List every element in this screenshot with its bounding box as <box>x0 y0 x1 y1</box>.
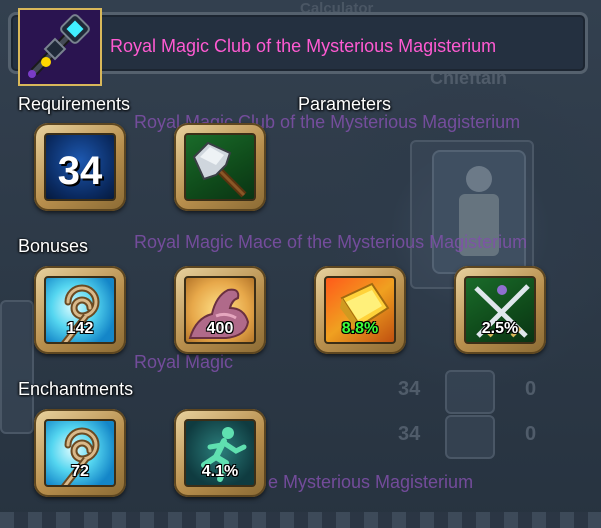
running-figure-icon: 4.1% <box>184 419 256 487</box>
background-ghost-text: Royal Magic <box>134 352 234 372</box>
background-number: 34 <box>398 423 421 445</box>
bonus-value: 142 <box>66 320 94 337</box>
hammer-weapon-icon <box>184 133 256 201</box>
enchantment-slot[interactable]: 4.1% <box>174 409 266 497</box>
magic-club-icon <box>18 8 102 86</box>
background-slot <box>445 415 495 459</box>
bonuses-label: Bonuses <box>18 236 89 256</box>
background-character-figure <box>432 150 526 274</box>
enchantment-value: 72 <box>71 463 89 480</box>
background-ghost-text: Royal Magic Mace of the Mysterious Magis… <box>134 232 528 252</box>
bonus-slot[interactable]: 400 <box>174 266 266 354</box>
requirements-label: Requirements <box>18 94 131 114</box>
gold-book-icon: 8.8% <box>324 276 396 344</box>
crossed-swords-icon: 2.5% <box>464 276 536 344</box>
background-ghost-text: e Mysterious Magisterium <box>268 472 474 492</box>
background-number: 34 <box>398 378 421 400</box>
item-title: Royal Magic Club of the Mysterious Magis… <box>110 36 497 56</box>
bonus-slot[interactable]: 142 <box>34 266 126 354</box>
background-number: 0 <box>525 423 537 445</box>
background-slot <box>445 370 495 414</box>
background-number: 0 <box>525 378 537 400</box>
bonus-value: 2.5% <box>481 320 519 337</box>
bonus-value: 8.8% <box>341 320 379 337</box>
background-bottom-bar <box>0 512 601 528</box>
magic-swirl-icon: 142 <box>44 276 116 344</box>
requirement-weapon-type-slot[interactable] <box>174 123 266 211</box>
bonus-value: 400 <box>206 320 234 337</box>
magic-swirl-icon: 72 <box>44 419 116 487</box>
level-icon: 34 <box>44 133 116 201</box>
required-level-value: 34 <box>57 149 103 193</box>
enchantment-slot[interactable]: 72 <box>34 409 126 497</box>
strength-arm-icon: 400 <box>184 276 256 344</box>
enchantment-value: 4.1% <box>201 463 239 480</box>
parameters-label: Parameters <box>298 94 392 114</box>
background-slot <box>0 300 34 434</box>
bonus-slot[interactable]: 2.5% <box>454 266 546 354</box>
bonus-slot[interactable]: 8.8% <box>314 266 406 354</box>
enchantments-label: Enchantments <box>18 379 134 399</box>
requirement-level-slot[interactable]: 34 <box>34 123 126 211</box>
